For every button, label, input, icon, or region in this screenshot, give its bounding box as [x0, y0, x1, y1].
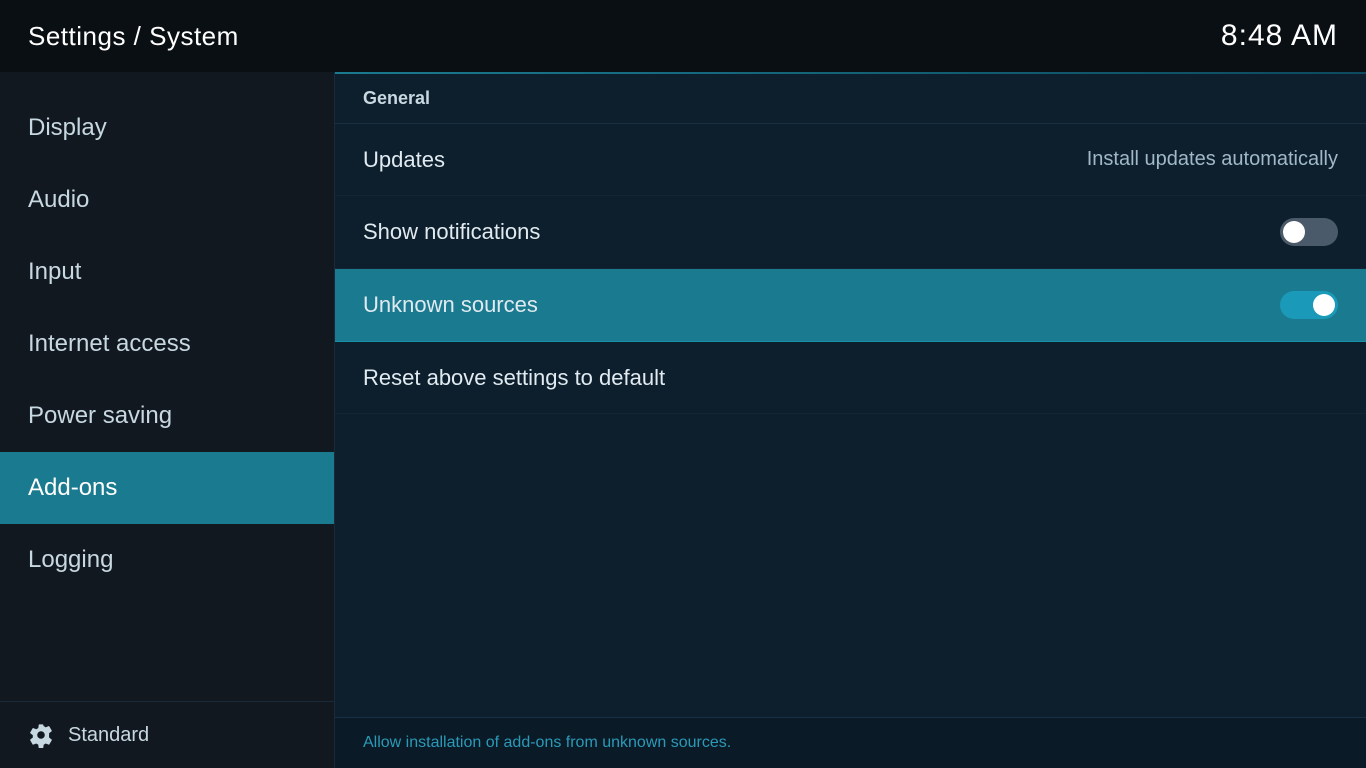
- clock: 8:48 AM: [1221, 19, 1338, 53]
- sidebar-item-input[interactable]: Input: [0, 236, 334, 308]
- settings-list: Updates Install updates automatically Show…: [335, 124, 1366, 717]
- toggle-unknown-sources[interactable]: [1280, 291, 1338, 319]
- setting-label-unknown-sources: Unknown sources: [363, 292, 538, 318]
- setting-row-updates[interactable]: Updates Install updates automatically: [335, 124, 1366, 196]
- section-header: General: [335, 74, 1366, 124]
- settings-level-label: Standard: [68, 724, 149, 747]
- sidebar-item-logging[interactable]: Logging: [0, 524, 334, 596]
- sidebar-item-display[interactable]: Display: [0, 92, 334, 164]
- sidebar-item-internet-access[interactable]: Internet access: [0, 308, 334, 380]
- sidebar-nav: DisplayAudioInputInternet accessPower sa…: [0, 72, 334, 701]
- content-area: General Updates Install updates automatic…: [335, 72, 1366, 768]
- toggle-knob-unknown-sources: [1313, 294, 1335, 316]
- sidebar-item-audio[interactable]: Audio: [0, 164, 334, 236]
- toggle-show-notifications[interactable]: [1280, 218, 1338, 246]
- setting-row-show-notifications[interactable]: Show notifications: [335, 196, 1366, 269]
- sidebar-footer[interactable]: Standard: [0, 701, 334, 768]
- bottom-description-bar: Allow installation of add-ons from unkno…: [335, 717, 1366, 768]
- toggle-knob-show-notifications: [1283, 221, 1305, 243]
- sidebar: DisplayAudioInputInternet accessPower sa…: [0, 72, 335, 768]
- setting-row-unknown-sources[interactable]: Unknown sources: [335, 269, 1366, 342]
- section-title: General: [363, 88, 430, 108]
- setting-label-reset-settings: Reset above settings to default: [363, 365, 665, 391]
- gear-icon: [28, 722, 54, 748]
- setting-label-updates: Updates: [363, 147, 445, 173]
- main-layout: DisplayAudioInputInternet accessPower sa…: [0, 72, 1366, 768]
- sidebar-item-add-ons[interactable]: Add-ons: [0, 452, 334, 524]
- page-title: Settings / System: [28, 21, 239, 52]
- app-header: Settings / System 8:48 AM: [0, 0, 1366, 72]
- setting-label-show-notifications: Show notifications: [363, 219, 540, 245]
- setting-row-reset-settings[interactable]: Reset above settings to default: [335, 342, 1366, 414]
- setting-value-updates: Install updates automatically: [1087, 148, 1338, 171]
- bottom-description-text: Allow installation of add-ons from unkno…: [363, 734, 731, 751]
- sidebar-item-power-saving[interactable]: Power saving: [0, 380, 334, 452]
